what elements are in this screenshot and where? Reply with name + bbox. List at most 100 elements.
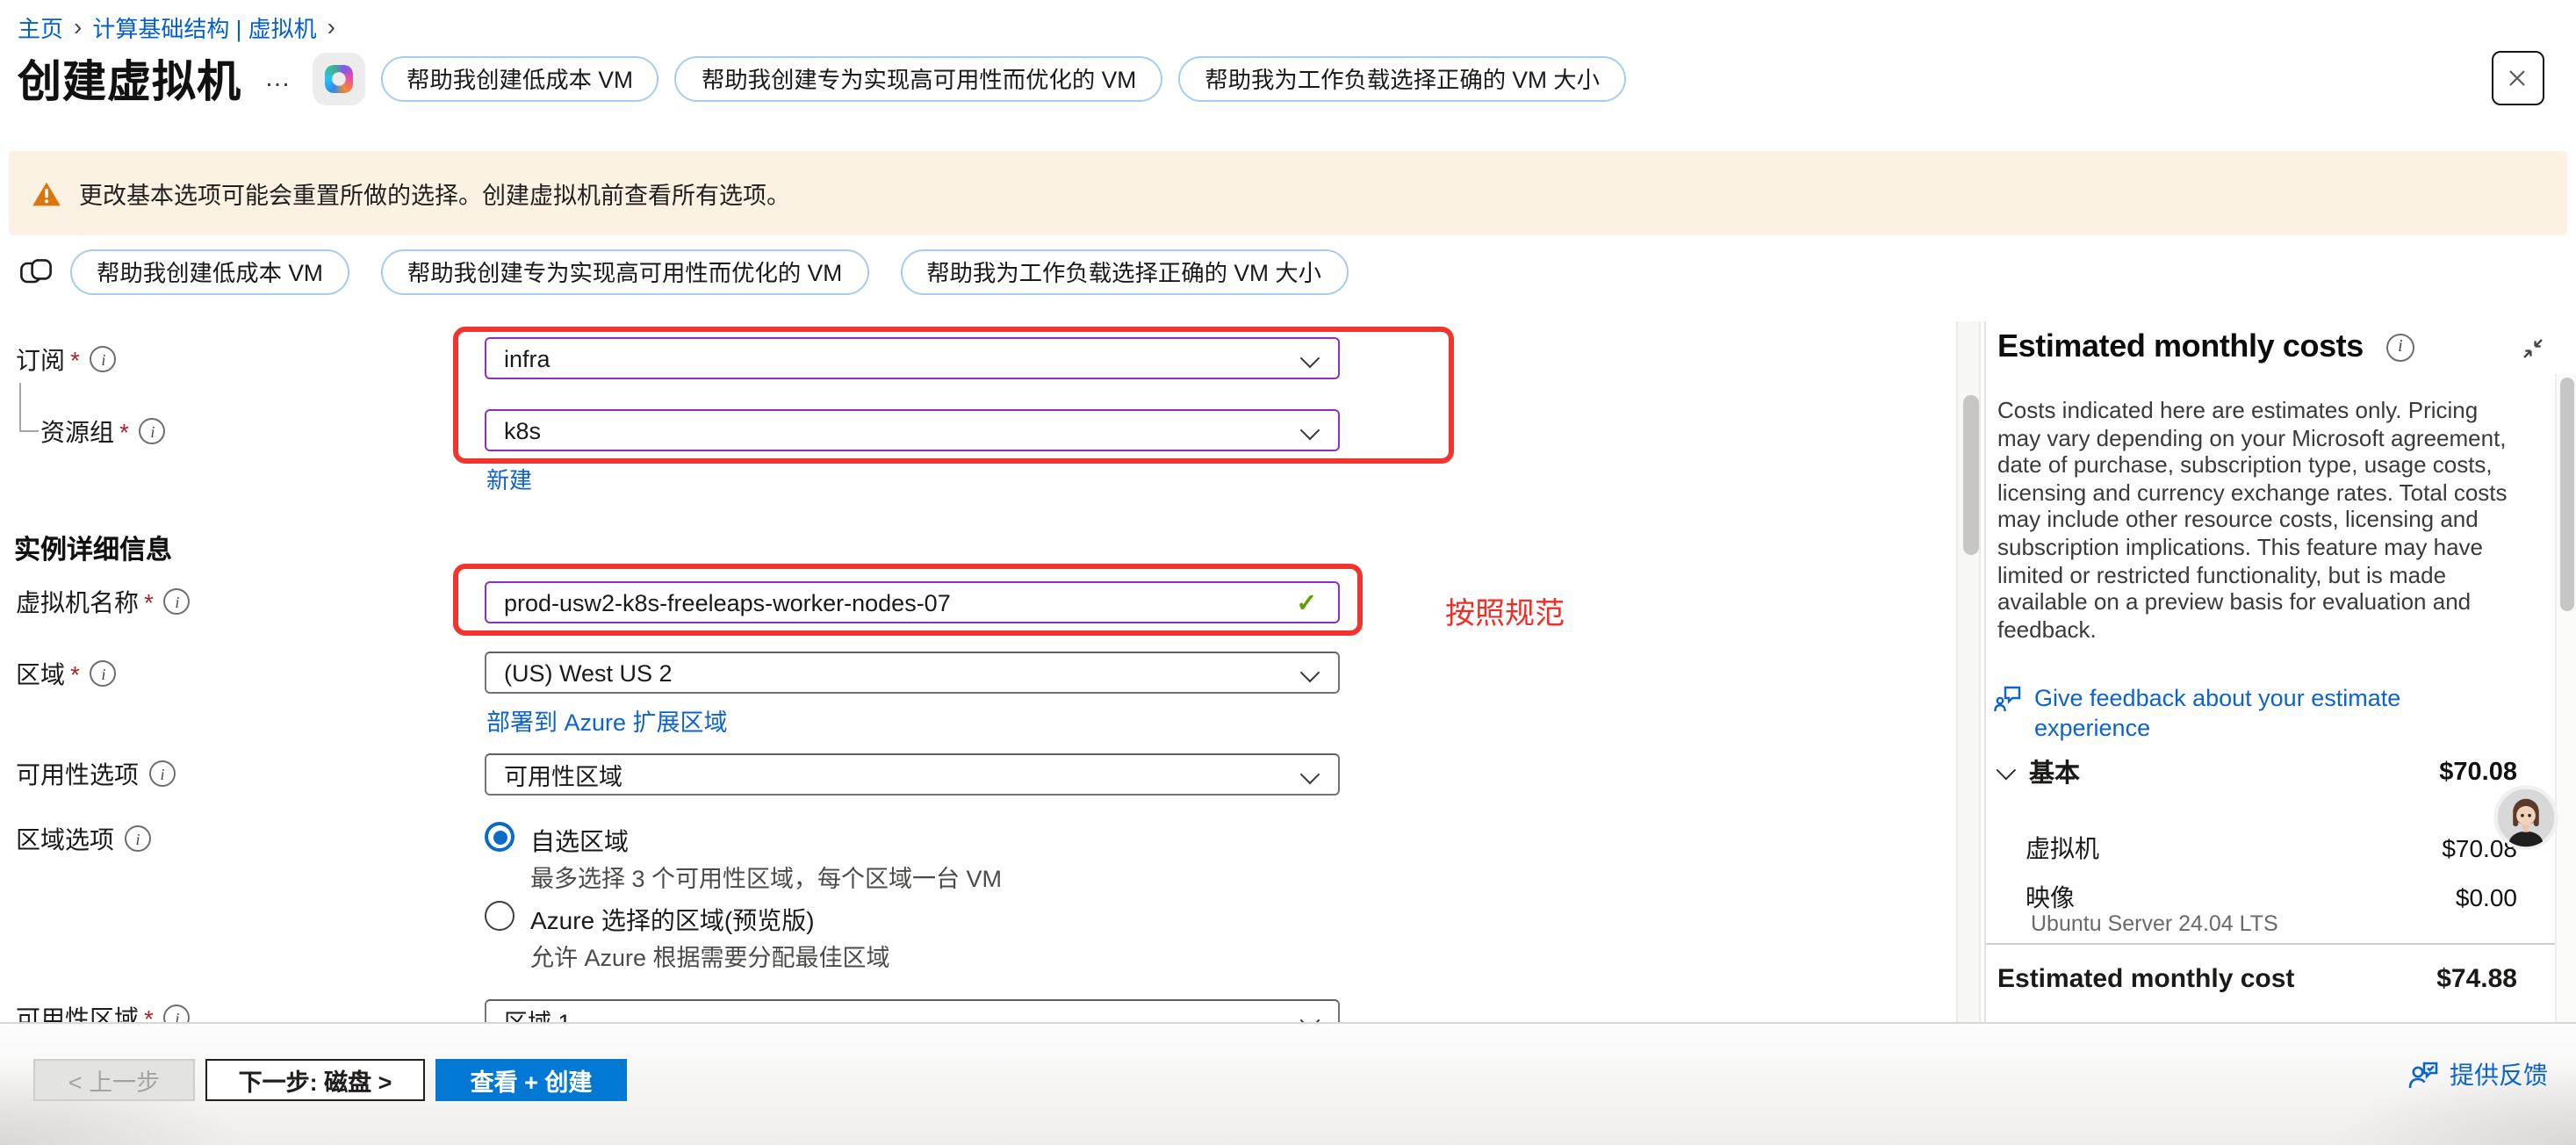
estimate-feedback-link[interactable]: Give feedback about your estimate experi… (1992, 683, 2447, 743)
close-button[interactable] (2491, 51, 2544, 105)
copilot-suggestion-low-cost[interactable]: 帮助我创建低成本 VM (70, 248, 349, 294)
wizard-buttons: < 上一步 下一步: 磁盘 > 查看 + 创建 (33, 1059, 627, 1101)
warning-banner: 更改基本选项可能会重置所做的选择。创建虚拟机前查看所有选项。 (9, 151, 2567, 235)
collapse-panel-icon[interactable] (2522, 337, 2544, 360)
more-options-icon[interactable]: … (264, 63, 292, 93)
radio-self-label[interactable]: 自选区域 (530, 824, 629, 859)
create-new-link[interactable]: 新建 (486, 462, 532, 495)
give-feedback-text: 提供反馈 (2450, 1057, 2548, 1092)
warning-icon (32, 180, 61, 206)
main-scrollbar-thumb[interactable] (1962, 395, 1978, 555)
breadcrumb: 主页 › 计算基础结构 | 虚拟机 › (18, 11, 335, 44)
panel-title: Estimated monthly costs (1997, 328, 2364, 365)
instance-details-heading: 实例详细信息 (14, 530, 172, 567)
annotation-note: 按照规范 (1445, 588, 1565, 632)
cost-total-row: Estimated monthly cost $74.88 (1997, 964, 2517, 994)
chevron-down-icon (1300, 765, 1320, 785)
page-title: 创建虚拟机 (18, 47, 241, 110)
info-icon[interactable]: i (149, 760, 176, 787)
info-icon[interactable]: i (125, 825, 151, 852)
copilot-suggestion-high-availability[interactable]: 帮助我创建专为实现高可用性而优化的 VM (675, 55, 1162, 101)
vm-name-label: 虚拟机名称 (16, 584, 139, 619)
close-icon (2506, 67, 2529, 90)
copilot-suggestion-low-cost[interactable]: 帮助我创建低成本 VM (380, 55, 659, 101)
estimated-costs-panel: Estimated monthly costs i Costs indicate… (1983, 321, 2576, 1022)
availability-options-dropdown[interactable]: 可用性区域 (485, 753, 1340, 796)
edge-zone-link[interactable]: 部署到 Azure 扩展区域 (486, 702, 728, 738)
resource-group-dropdown[interactable]: k8s (485, 409, 1340, 451)
info-icon[interactable]: i (90, 346, 117, 372)
title-row: 创建虚拟机 … 帮助我创建低成本 VM 帮助我创建专为实现高可用性而优化的 VM… (18, 49, 1626, 107)
region-dropdown[interactable]: (US) West US 2 (485, 652, 1340, 694)
main-scrollbar[interactable] (1956, 321, 1981, 1022)
resource-group-label: 资源组 (40, 414, 114, 449)
presenter-avatar[interactable] (2493, 785, 2558, 850)
cost-row-label: 虚拟机 (2026, 831, 2099, 866)
previous-step-button[interactable]: < 上一步 (33, 1059, 195, 1101)
panel-scrollbar[interactable] (2554, 374, 2576, 1022)
give-feedback-link[interactable]: 提供反馈 (2407, 1057, 2548, 1092)
cost-row-basic[interactable]: 基本 $70.08 (1996, 753, 2517, 790)
panel-scrollbar-thumb[interactable] (2559, 378, 2573, 611)
breadcrumb-virtual-machines[interactable]: 计算基础结构 | 虚拟机 (92, 11, 316, 44)
subscription-label-row: 订阅 * i (16, 344, 117, 374)
chevron-down-icon (1300, 349, 1320, 369)
cost-row-vm: 虚拟机 $70.08 (2026, 831, 2517, 866)
copilot-suggestion-row: 帮助我创建低成本 VM 帮助我创建专为实现高可用性而优化的 VM 帮助我为工作负… (18, 248, 1348, 295)
breadcrumb-home[interactable]: 主页 (18, 11, 63, 44)
resource-group-value: k8s (504, 417, 541, 443)
chevron-right-icon: › (327, 16, 335, 39)
radio-self-selected-zones[interactable] (485, 822, 514, 852)
radio-azure-subtext: 允许 Azure 根据需要分配最佳区域 (530, 938, 890, 973)
cost-total-value: $74.88 (2436, 964, 2517, 994)
chevron-right-icon: › (74, 16, 82, 39)
panel-title-row: Estimated monthly costs i (1997, 328, 2414, 365)
review-create-button[interactable]: 查看 + 创建 (435, 1059, 627, 1101)
availability-options-label: 可用性选项 (16, 756, 139, 791)
required-asterisk: * (70, 659, 80, 688)
cost-row-value: $70.08 (2439, 758, 2517, 786)
zone-options-label-row: 区域选项 i (16, 824, 151, 853)
availability-options-value: 可用性区域 (504, 757, 622, 792)
copilot-icon (324, 64, 352, 92)
info-icon[interactable]: i (140, 418, 166, 444)
vm-name-input[interactable]: prod-usw2-k8s-freeleaps-worker-nodes-07 … (485, 581, 1340, 623)
subscription-dropdown[interactable]: infra (485, 337, 1340, 379)
create-vm-page: 主页 › 计算基础结构 | 虚拟机 › 创建虚拟机 … 帮助我创建低成本 VM … (0, 0, 2576, 1143)
footer-bar: < 上一步 下一步: 磁盘 > 查看 + 创建 提供反馈 (0, 1022, 2576, 1145)
copilot-suggestion-right-size[interactable]: 帮助我为工作负载选择正确的 VM 大小 (1178, 55, 1626, 101)
chevron-down-icon (1996, 760, 2016, 780)
resource-group-label-row: 资源组 * i (40, 416, 166, 446)
region-label-row: 区域 * i (16, 659, 117, 688)
warning-text: 更改基本选项可能会重置所做的选择。创建虚拟机前查看所有选项。 (79, 176, 790, 211)
copilot-suggestion-right-size[interactable]: 帮助我为工作负载选择正确的 VM 大小 (900, 248, 1348, 294)
required-asterisk: * (119, 417, 129, 445)
radio-azure-selected-zones[interactable] (485, 901, 514, 931)
panel-divider (1985, 942, 2556, 944)
tree-connector-line (19, 383, 39, 432)
cost-row-image: 映像 $0.00 (2026, 880, 2517, 915)
info-icon[interactable]: i (90, 660, 117, 687)
availability-label-row: 可用性选项 i (16, 759, 176, 789)
person-feedback-icon (2407, 1060, 2439, 1090)
info-icon[interactable]: i (2386, 333, 2414, 361)
feedback-bubbles-icon (1992, 683, 2024, 715)
region-value: (US) West US 2 (504, 659, 673, 686)
vm-name-label-row: 虚拟机名称 * i (16, 587, 191, 616)
copilot-button[interactable] (312, 52, 364, 104)
copilot-outline-icon (18, 253, 54, 290)
zone-options-label: 区域选项 (16, 821, 114, 856)
copilot-suggestion-high-availability[interactable]: 帮助我创建专为实现高可用性而优化的 VM (381, 248, 868, 294)
required-asterisk: * (70, 345, 80, 373)
cost-total-label: Estimated monthly cost (1997, 964, 2294, 994)
subscription-label: 订阅 (16, 342, 65, 377)
panel-description: Costs indicated here are estimates only.… (1997, 397, 2521, 644)
estimate-feedback-text: Give feedback about your estimate experi… (2034, 683, 2447, 743)
radio-azure-label[interactable]: Azure 选择的区域(预览版) (530, 903, 815, 938)
cost-row-label: 映像 (2026, 880, 2075, 915)
next-step-disks-button[interactable]: 下一步: 磁盘 > (205, 1059, 425, 1101)
cost-row-label: 基本 (2029, 753, 2080, 790)
valid-check-icon: ✓ (1297, 588, 1317, 618)
info-icon[interactable]: i (164, 588, 191, 615)
region-label: 区域 (16, 656, 65, 691)
